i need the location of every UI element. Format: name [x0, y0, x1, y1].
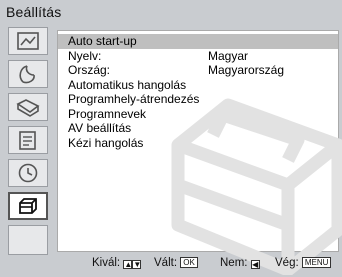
menu-item-value: Magyarország — [208, 63, 285, 77]
ok-key-icon: OK — [180, 257, 198, 268]
menu-item-label: AV beállítás — [68, 121, 132, 135]
toolbox-icon — [19, 198, 37, 214]
screen-icon — [16, 99, 40, 117]
tab-setup[interactable] — [8, 192, 48, 220]
menu-item-label: Automatikus hangolás — [68, 77, 187, 92]
menu-item[interactable]: Kézi hangolás — [58, 136, 338, 151]
exit-hint: Vég: MENU — [275, 257, 332, 269]
menu-item-label: Auto start-up — [68, 34, 137, 48]
tab-sound[interactable] — [8, 60, 48, 88]
menu-item-value: Magyar — [208, 48, 249, 63]
tab-picture[interactable] — [8, 27, 48, 55]
tab-empty — [8, 225, 48, 255]
tab-screen[interactable] — [8, 93, 48, 121]
menu-item-label: Programnevek — [68, 106, 147, 121]
menu-item-label: Ország: — [68, 63, 111, 77]
change-hint: Vált: OK — [154, 257, 198, 269]
menu-title: Beállítás — [6, 4, 62, 20]
down-arrow-key-icon: ▼ — [132, 260, 142, 269]
timer-icon — [18, 163, 38, 183]
menu-item[interactable]: AV beállítás — [58, 121, 338, 136]
category-tabs — [0, 24, 57, 255]
features-icon — [19, 131, 36, 150]
menu-item[interactable]: Nyelv: Magyar — [58, 49, 338, 64]
sound-icon — [19, 65, 35, 84]
back-hint: Nem: ◀ — [220, 257, 260, 269]
tab-features[interactable] — [8, 126, 48, 154]
left-arrow-key-icon: ◀ — [250, 260, 260, 269]
menu-list: Auto start-up Nyelv: Magyar Ország: Magyaror… — [58, 34, 338, 150]
select-hint: Kivál: ▲▼ — [92, 257, 142, 269]
menu-panel: Auto start-up Nyelv: Magyar Ország: Magyaror… — [57, 30, 342, 275]
menu-item[interactable]: Programhely-átrendezés — [58, 92, 338, 107]
menu-item[interactable]: Auto start-up — [58, 34, 338, 49]
menu-key-icon: MENU — [301, 257, 332, 268]
footer-hints: Kivál: ▲▼ Vált: OK Nem: ◀ Vég: MENU — [0, 255, 342, 275]
tab-timer[interactable] — [8, 159, 48, 187]
menu-item[interactable]: Ország: Magyarország — [58, 63, 338, 78]
menu-item-label: Kézi hangolás — [68, 135, 144, 150]
menu-item-label: Nyelv: — [68, 48, 102, 63]
picture-icon — [17, 32, 39, 50]
menu-item-label: Programhely-átrendezés — [68, 92, 200, 106]
menu-item[interactable]: Programnevek — [58, 107, 338, 122]
menu-item[interactable]: Automatikus hangolás — [58, 78, 338, 93]
up-arrow-key-icon: ▲ — [123, 260, 133, 269]
